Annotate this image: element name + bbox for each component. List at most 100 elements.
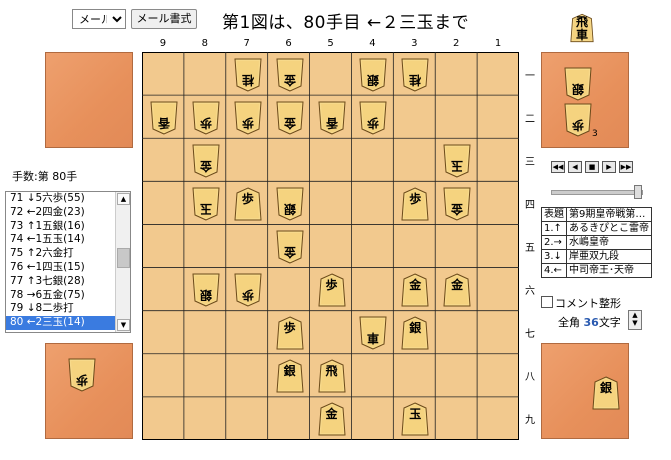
board-piece[interactable]: 歩 xyxy=(276,316,304,350)
hand-piece[interactable]: 歩 xyxy=(564,103,592,137)
board-piece[interactable]: 金 xyxy=(276,101,304,135)
stop-button[interactable]: ■ xyxy=(585,161,599,173)
move-list-item[interactable]: 74 ←1五玉(14) xyxy=(6,233,130,247)
mail-format-button[interactable]: メール書式 xyxy=(131,9,197,29)
piece-char: 銀 xyxy=(199,288,212,303)
info-row: 4.← 中司帝王･天帝 xyxy=(541,263,652,278)
board-piece[interactable]: 金 xyxy=(276,230,304,264)
board-piece[interactable]: 銀 xyxy=(192,273,220,307)
rank-label: 五 xyxy=(525,243,535,254)
last-move-button[interactable]: ▶▶ xyxy=(619,161,633,173)
board-piece[interactable]: 銀 xyxy=(276,359,304,393)
board-piece[interactable]: 香 xyxy=(150,101,178,135)
next-move-button[interactable]: ▶ xyxy=(602,161,616,173)
scroll-up-arrow-icon[interactable]: ▲ xyxy=(117,193,130,205)
zenkaku-number: 36 xyxy=(583,316,599,329)
board-piece[interactable]: 金 xyxy=(192,144,220,178)
info-row: 2.→ 水嶋皇帝 xyxy=(541,235,652,250)
info-row: 表題 第9期皇帝戦第… xyxy=(541,207,652,222)
piece-char: 銀 xyxy=(572,82,585,96)
board-piece[interactable]: 玉 xyxy=(401,402,429,436)
move-slider-track[interactable] xyxy=(551,190,643,195)
info-value: 中司帝王･天帝 xyxy=(566,263,652,278)
first-move-button[interactable]: ◀◀ xyxy=(551,161,565,173)
piece-char: 銀 xyxy=(367,72,380,87)
board-piece[interactable]: 玉 xyxy=(192,187,220,221)
board-piece[interactable]: 玉 xyxy=(443,144,471,178)
board-piece[interactable]: 桂 xyxy=(401,58,429,92)
board-piece[interactable]: 桂 xyxy=(234,58,262,92)
hand-piece[interactable]: 銀 xyxy=(592,376,620,410)
file-label: 3 xyxy=(411,38,418,49)
board-piece[interactable]: 金 xyxy=(317,402,346,436)
rank-label: 三 xyxy=(525,156,535,168)
board-piece[interactable]: 歩 xyxy=(317,273,346,307)
board-piece[interactable]: 歩 xyxy=(234,101,262,135)
piece-char: 香 xyxy=(325,115,338,130)
game-info-table: 表題 第9期皇帝戦第… 1.↑ あるきぴとこ雷帝 2.→ 水嶋皇帝 3.↓ 岸亜双九段 4.← 中… xyxy=(541,207,652,278)
gote-upper-hand xyxy=(45,52,133,148)
board-piece[interactable]: 歩 xyxy=(401,187,429,221)
info-key: 3.↓ xyxy=(541,249,567,264)
comment-format-checkbox[interactable] xyxy=(541,296,553,308)
info-value: 岸亜双九段 xyxy=(566,249,652,264)
move-list-item[interactable]: 80 ←2三玉(14) xyxy=(6,316,130,330)
board-piece[interactable]: 銀 xyxy=(359,58,387,92)
board-piece[interactable]: 香 xyxy=(317,101,346,135)
piece-char: 歩 xyxy=(572,118,585,132)
piece-char: 銀 xyxy=(283,364,296,379)
board-piece[interactable]: 銀 xyxy=(401,316,429,350)
move-list-item[interactable]: 73 ↑1五銀(16) xyxy=(6,220,130,234)
board-piece[interactable]: 金 xyxy=(401,273,429,307)
piece-char: 銀 xyxy=(283,201,296,216)
shogi-board[interactable]: 桂金銀桂香歩歩金香歩金玉玉歩銀歩金金銀歩歩金金歩車銀銀飛金玉 xyxy=(142,52,519,440)
rank-label: 九 xyxy=(525,415,535,427)
move-list-item[interactable]: 79 ↓8二歩打 xyxy=(6,302,130,316)
move-list-item[interactable]: 71 ↓5六歩(55) xyxy=(6,192,130,206)
board-piece[interactable]: 金 xyxy=(276,58,304,92)
board-piece[interactable]: 歩 xyxy=(359,101,387,135)
board-piece[interactable]: 銀 xyxy=(276,187,304,221)
board-piece[interactable]: 金 xyxy=(443,273,471,307)
gote-top-piece-glyph[interactable]: 飛車 xyxy=(570,10,594,46)
board-piece[interactable]: 金 xyxy=(443,187,471,221)
next-icon: ▶ xyxy=(606,163,612,171)
move-list-item[interactable]: 72 ←2四金(23) xyxy=(6,206,130,220)
piece-char: 金 xyxy=(199,158,212,173)
file-label: 9 xyxy=(159,38,167,49)
piece-char: 金 xyxy=(325,407,338,422)
piece-char: 金 xyxy=(451,201,464,216)
piece-char: 歩 xyxy=(241,115,254,130)
piece-char: 玉 xyxy=(199,201,212,216)
info-row: 1.↑ あるきぴとこ雷帝 xyxy=(541,221,652,236)
move-list[interactable]: 71 ↓5六歩(55) 72 ←2四金(23) 73 ↑1五銀(16) 74 ←1五玉… xyxy=(5,191,131,333)
spin-down-icon[interactable]: ▼ xyxy=(629,319,641,327)
scroll-down-arrow-icon[interactable]: ▼ xyxy=(117,319,130,331)
board-piece[interactable]: 歩 xyxy=(234,187,262,221)
move-list-item[interactable]: 78 →6五金(75) xyxy=(6,289,130,303)
move-list-item[interactable]: 76 ←1四玉(15) xyxy=(6,261,130,275)
gote-lower-hand: 歩 xyxy=(45,343,133,439)
board-piece[interactable]: 車 xyxy=(359,316,387,350)
move-list-scrollbar[interactable]: ▲ ▼ xyxy=(115,192,130,332)
prev-move-button[interactable]: ◀ xyxy=(568,161,582,173)
piece-char: 歩 xyxy=(283,321,296,336)
spin-up-icon[interactable]: ▲ xyxy=(629,311,641,319)
board-piece[interactable]: 歩 xyxy=(234,273,262,307)
move-count: 手数:第 80手 xyxy=(12,170,78,183)
move-list-item[interactable]: 77 ↑3七銀(28) xyxy=(6,275,130,289)
hand-piece[interactable]: 銀 xyxy=(564,67,592,101)
hand-piece[interactable]: 歩 xyxy=(68,358,96,392)
move-slider-thumb[interactable] xyxy=(634,185,642,199)
char-count-spinner[interactable]: ▲ ▼ xyxy=(628,310,642,330)
piece-char: 玉 xyxy=(409,407,422,422)
first-icon: ◀◀ xyxy=(552,163,564,171)
piece-char: 桂 xyxy=(409,72,422,87)
scroll-thumb[interactable] xyxy=(117,248,130,268)
move-list-item[interactable]: 75 ↑2六金打 xyxy=(6,247,130,261)
last-icon: ▶▶ xyxy=(620,163,632,171)
board-piece[interactable]: 歩 xyxy=(192,101,220,135)
board-piece[interactable]: 飛 xyxy=(317,359,346,393)
mail-output-select[interactable]: メール出力 xyxy=(72,9,126,29)
file-label: 6 xyxy=(285,38,292,49)
